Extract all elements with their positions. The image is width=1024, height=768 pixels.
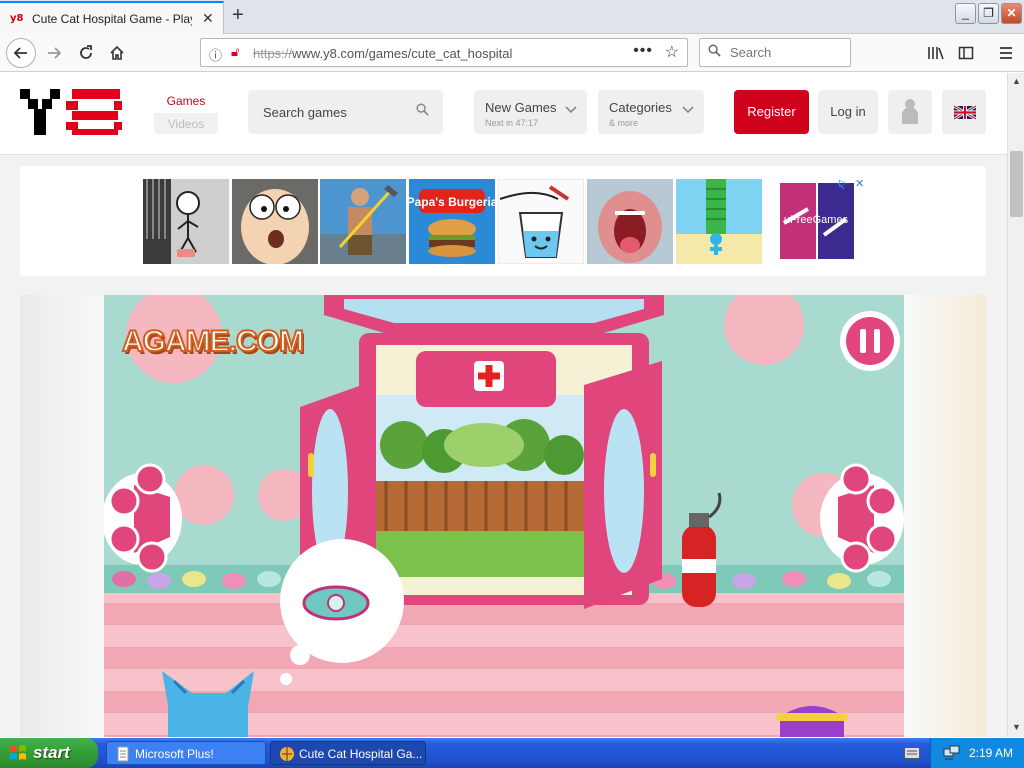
library-button[interactable] xyxy=(922,40,950,66)
pause-button[interactable] xyxy=(840,311,900,371)
taskbar-item-label: Microsoft Plus! xyxy=(135,747,214,761)
categories-sub: & more xyxy=(609,118,639,128)
chevron-down-icon xyxy=(682,103,694,117)
new-games-label: New Games xyxy=(485,100,557,115)
bookmark-star-icon[interactable]: ☆ xyxy=(665,42,679,62)
site-search-input[interactable]: Search games xyxy=(248,90,443,134)
y8-logo[interactable] xyxy=(20,89,122,135)
window-minimize-button[interactable]: _ xyxy=(955,3,976,24)
new-games-countdown: Next in 47:17 xyxy=(485,118,539,128)
clock: 2:19 AM xyxy=(969,746,1014,760)
thumb-happy-glass[interactable] xyxy=(498,179,584,264)
library-icon xyxy=(928,47,944,60)
sidebar-button[interactable] xyxy=(952,40,980,66)
keyboard-icon[interactable] xyxy=(904,747,920,759)
back-button[interactable] xyxy=(6,38,36,68)
nav-games[interactable]: Games xyxy=(154,90,218,113)
login-button[interactable]: Log in xyxy=(818,90,878,134)
taskbar-item-browser[interactable]: Cute Cat Hospital Ga... xyxy=(270,741,426,765)
browser-search-input[interactable] xyxy=(730,45,840,60)
browser-icon xyxy=(280,747,294,761)
ad-info-icon[interactable]: ▷ xyxy=(839,178,847,189)
tab-close-icon[interactable]: ✕ xyxy=(202,10,214,27)
forward-button[interactable] xyxy=(40,40,68,66)
page-actions-icon[interactable]: ••• xyxy=(633,42,653,60)
url-scheme: https:// xyxy=(253,46,293,61)
scroll-down-icon[interactable]: ▼ xyxy=(1008,719,1024,736)
featured-games-strip: Papa's Burgeria uFreeGames ▷ ✕ xyxy=(20,166,986,276)
thumb-mouth-game[interactable] xyxy=(587,179,673,264)
home-icon xyxy=(110,45,124,60)
user-profile-button[interactable] xyxy=(888,90,932,134)
search-icon xyxy=(708,44,721,60)
browser-tab-bar: y8 Cute Cat Hospital Game - Play onli ✕ … xyxy=(0,0,1024,34)
new-games-dropdown[interactable]: New Games Next in 47:17 xyxy=(474,90,587,134)
scroll-up-icon[interactable]: ▲ xyxy=(1008,73,1024,90)
url-text[interactable]: https://www.y8.com/games/cute_cat_hospit… xyxy=(253,46,512,61)
start-button[interactable]: start xyxy=(0,738,98,768)
system-tray: 2:19 AM xyxy=(930,738,1024,768)
browser-tab[interactable]: y8 Cute Cat Hospital Game - Play onli ✕ xyxy=(0,1,224,34)
taskbar-item-microsoft-plus[interactable]: Microsoft Plus! xyxy=(106,741,266,765)
ad-ufreegames[interactable]: uFreeGames xyxy=(774,179,866,264)
back-arrow-icon xyxy=(13,47,27,59)
taskbar-item-label: Cute Cat Hospital Ga... xyxy=(299,747,423,761)
ad-close-icon[interactable]: ✕ xyxy=(855,177,864,190)
thumb-stickman-escape[interactable] xyxy=(143,179,229,264)
page-scrollbar[interactable]: ▲ ▼ xyxy=(1007,73,1024,737)
page-viewport: Games Videos Search games New Games Next… xyxy=(0,73,1007,737)
thumb-getting-over-it[interactable] xyxy=(320,179,406,264)
hamburger-menu-icon xyxy=(1000,47,1012,59)
chevron-down-icon xyxy=(565,103,577,117)
home-button[interactable] xyxy=(103,40,131,66)
agame-logo[interactable]: AGAME.COM xyxy=(121,324,305,359)
url-bar[interactable]: ⓘ 🔓︎ https://www.y8.com/games/cute_cat_h… xyxy=(200,38,688,67)
insecure-lock-icon[interactable]: 🔓︎ xyxy=(231,44,239,60)
user-silhouette-icon xyxy=(902,99,918,124)
game-canvas[interactable]: AGAME.COM xyxy=(104,295,904,737)
uk-flag-icon xyxy=(953,104,977,121)
tab-title: Cute Cat Hospital Game - Play onli xyxy=(32,12,192,26)
categories-label: Categories xyxy=(609,100,672,115)
menu-button[interactable] xyxy=(992,40,1020,66)
url-path: www.y8.com/games/cute_cat_hospital xyxy=(292,46,513,61)
window-close-button[interactable]: ✕ xyxy=(1001,3,1022,24)
language-button[interactable] xyxy=(942,90,986,134)
browser-search-bar[interactable] xyxy=(699,38,851,67)
site-search-placeholder: Search games xyxy=(263,105,347,120)
thumb-stack-runner[interactable] xyxy=(676,179,762,264)
left-paw-nav-button[interactable] xyxy=(104,465,188,573)
papas-burgeria-label: Papa's Burgeria xyxy=(409,195,495,209)
reload-icon xyxy=(80,45,92,59)
thumb-morty-face[interactable] xyxy=(232,179,318,264)
register-button[interactable]: Register xyxy=(734,90,809,134)
site-header: Games Videos Search games New Games Next… xyxy=(0,73,1007,155)
taskbar: start Microsoft Plus! Cute Cat Hospital … xyxy=(0,738,1024,768)
categories-dropdown[interactable]: Categories & more xyxy=(598,90,704,134)
info-icon[interactable]: ⓘ xyxy=(209,45,222,64)
browser-toolbar: ⓘ 🔓︎ https://www.y8.com/games/cute_cat_h… xyxy=(0,34,1024,72)
sidebar-icon xyxy=(958,46,974,60)
ad-brand-label: uFreeGames xyxy=(784,214,849,226)
windows-logo-icon xyxy=(10,745,26,760)
forward-arrow-icon xyxy=(48,47,62,59)
y8-favicon-icon: y8 xyxy=(10,13,24,24)
document-icon xyxy=(117,746,129,762)
right-paw-nav-button[interactable] xyxy=(816,465,904,573)
reload-button[interactable] xyxy=(72,40,100,66)
scrollbar-thumb[interactable] xyxy=(1010,151,1023,217)
game-scene xyxy=(104,295,904,737)
window-restore-button[interactable]: ❐ xyxy=(978,3,999,24)
thumb-papas-burgeria[interactable]: Papa's Burgeria xyxy=(409,179,495,264)
search-icon[interactable] xyxy=(416,103,429,119)
games-videos-toggle: Games Videos xyxy=(154,90,218,134)
network-icon[interactable] xyxy=(943,745,961,761)
new-tab-button[interactable]: + xyxy=(232,4,244,27)
start-label: start xyxy=(33,743,70,762)
nav-videos[interactable]: Videos xyxy=(154,114,218,134)
